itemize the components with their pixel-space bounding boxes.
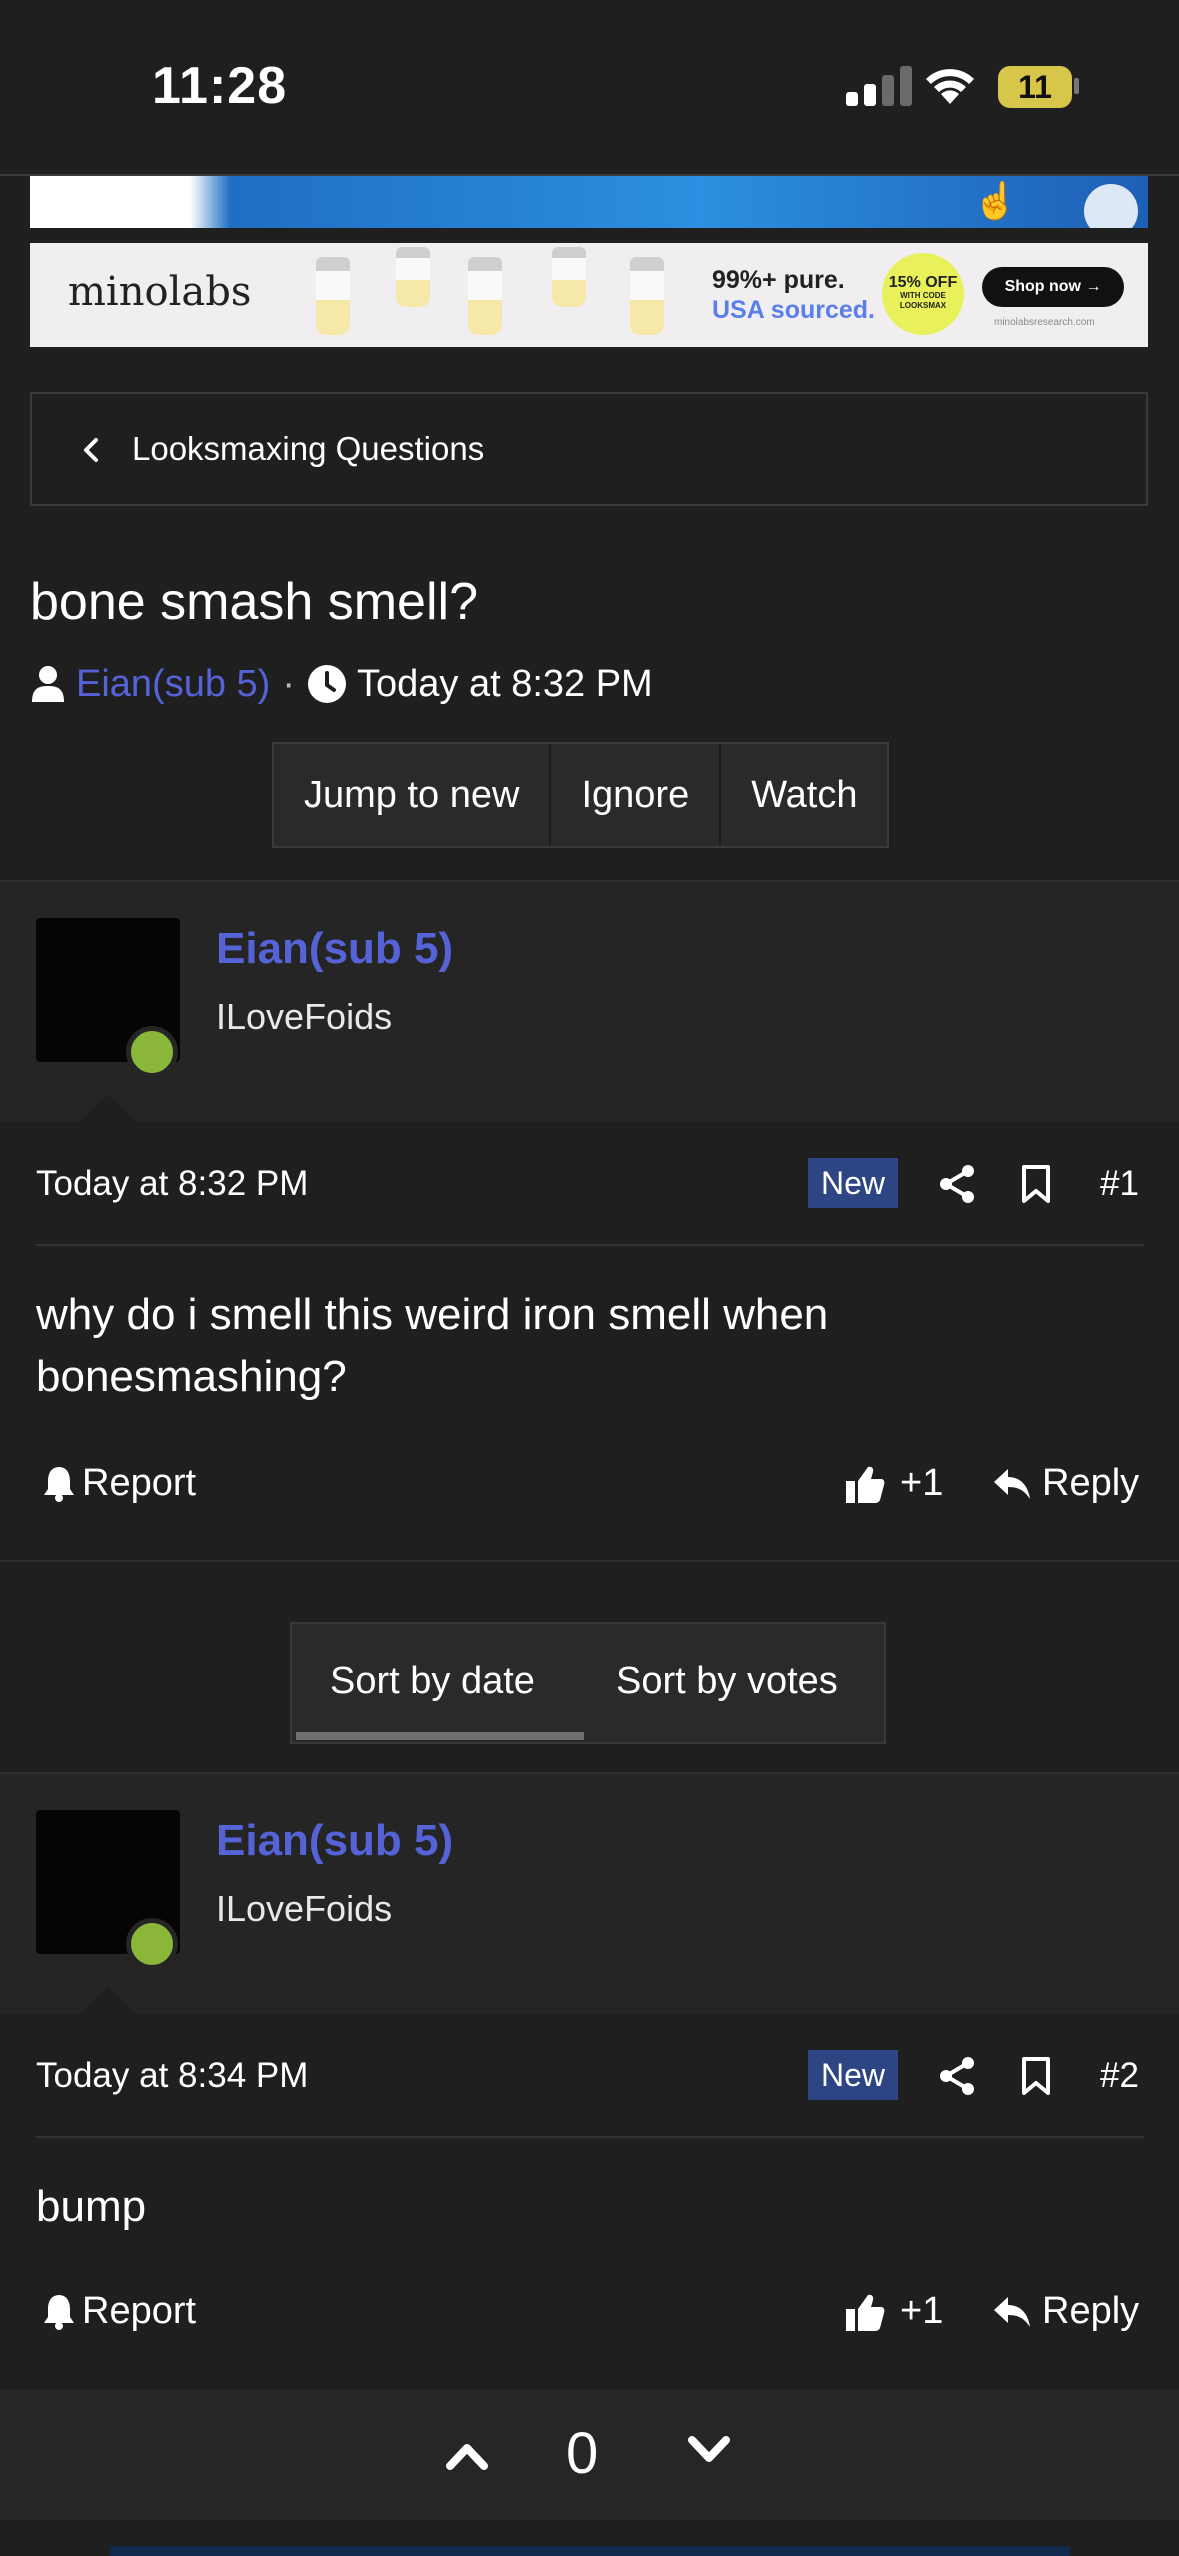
user-icon [32, 666, 64, 702]
post-body: bump [36, 2182, 147, 2231]
bell-icon [44, 1466, 74, 1502]
ad-shop-now-button[interactable]: Shop now → [982, 267, 1124, 307]
report-button[interactable]: Report [42, 1462, 196, 1505]
sort-by-votes-tab[interactable]: Sort by votes [616, 1660, 838, 1703]
post-body: why do i smell this weird iron smell whe… [36, 1290, 829, 1401]
upvote-icon[interactable] [444, 2434, 490, 2474]
vote-count: 0 [566, 2421, 599, 2486]
active-tab-indicator [296, 1732, 584, 1740]
bookmark-icon[interactable] [1020, 2056, 1052, 2096]
hand-cursor-icon: ☝ [973, 180, 1018, 221]
sort-by-date-tab[interactable]: Sort by date [330, 1660, 535, 1703]
vial-image [396, 247, 430, 307]
vial-image [552, 247, 586, 307]
thread-button-group: Jump to new Ignore Watch [272, 742, 890, 848]
reply-icon [994, 1468, 1030, 1499]
meta-separator: · [282, 662, 295, 705]
new-badge: New [808, 1158, 898, 1208]
ad-site: minolabsresearch.com [994, 317, 1095, 328]
ad-tagline: 99%+ pure. USA sourced. [712, 266, 876, 324]
reply-button[interactable]: Reply [992, 2290, 1139, 2333]
post-pointer [80, 1986, 136, 2014]
bell-icon [44, 2294, 74, 2330]
bottom-ad-strip [110, 2546, 1070, 2556]
post-username[interactable]: Eian(sub 5) [216, 924, 453, 974]
post-divider [36, 1244, 1144, 1246]
status-bar: 11:28 11 [0, 0, 1179, 176]
post-username[interactable]: Eian(sub 5) [216, 1816, 453, 1866]
like-button[interactable]: +1 [844, 1462, 943, 1505]
reply-button[interactable]: Reply [992, 1462, 1139, 1505]
post-divider [36, 2136, 1144, 2138]
share-icon[interactable] [938, 1164, 976, 1204]
post-date[interactable]: Today at 8:34 PM [36, 2056, 308, 2096]
thumbs-up-icon [846, 2294, 885, 2331]
post-pointer [80, 1094, 136, 1122]
bookmark-icon[interactable] [1020, 1164, 1052, 1204]
clock-icon [307, 665, 346, 703]
chevron-left-icon [84, 438, 98, 462]
post-user-title: ILoveFoids [216, 996, 393, 1037]
ad-banner-top[interactable]: ☝ [30, 176, 1148, 228]
post-user-title: ILoveFoids [216, 1888, 393, 1929]
vial-image [468, 257, 502, 335]
post-number[interactable]: #2 [1100, 2056, 1139, 2096]
online-status-dot [126, 1918, 178, 1970]
vial-image [316, 257, 350, 335]
downvote-icon[interactable] [686, 2430, 732, 2470]
like-button[interactable]: +1 [844, 2290, 943, 2333]
thread-date: Today at 8:32 PM [356, 662, 653, 705]
ad-brand: minolabs [68, 269, 252, 315]
breadcrumb-label: Looksmaxing Questions [132, 430, 485, 467]
new-badge: New [808, 2050, 898, 2100]
thread-meta: Eian(sub 5) · Today at 8:32 PM [30, 656, 653, 712]
watch-button[interactable]: Watch [721, 744, 888, 846]
cellular-signal-icon [846, 66, 912, 106]
post-number[interactable]: #1 [1100, 1164, 1139, 1204]
thumbs-up-icon [846, 1466, 885, 1503]
status-time: 11:28 [152, 57, 288, 115]
ad-discount-badge: 15% OFF WITH CODE LOOKSMAX [882, 253, 964, 335]
wifi-icon [926, 69, 974, 104]
breadcrumb[interactable]: Looksmaxing Questions [30, 392, 1148, 506]
report-button[interactable]: Report [42, 2290, 196, 2333]
like-count: +1 [900, 2290, 944, 2332]
share-icon[interactable] [938, 2056, 976, 2096]
like-count: +1 [900, 1462, 944, 1504]
reply-icon [994, 2296, 1030, 2327]
battery-indicator: 11 [998, 66, 1072, 108]
thread-title: bone smash smell? [30, 573, 478, 631]
battery-cap [1074, 78, 1079, 94]
ad-decoration [1084, 184, 1138, 228]
thread-author-link[interactable]: Eian(sub 5) [76, 663, 270, 706]
ad-banner-minolabs[interactable]: minolabs 99%+ pure. USA sourced. 15% OFF… [30, 243, 1148, 347]
online-status-dot [126, 1026, 178, 1078]
ignore-button[interactable]: Ignore [551, 744, 722, 846]
post-date[interactable]: Today at 8:32 PM [36, 1164, 308, 1204]
vial-image [630, 257, 664, 335]
section-divider [0, 1560, 1179, 1562]
jump-to-new-button[interactable]: Jump to new [274, 744, 552, 846]
sort-tabs: Sort by date Sort by votes [290, 1622, 886, 1744]
